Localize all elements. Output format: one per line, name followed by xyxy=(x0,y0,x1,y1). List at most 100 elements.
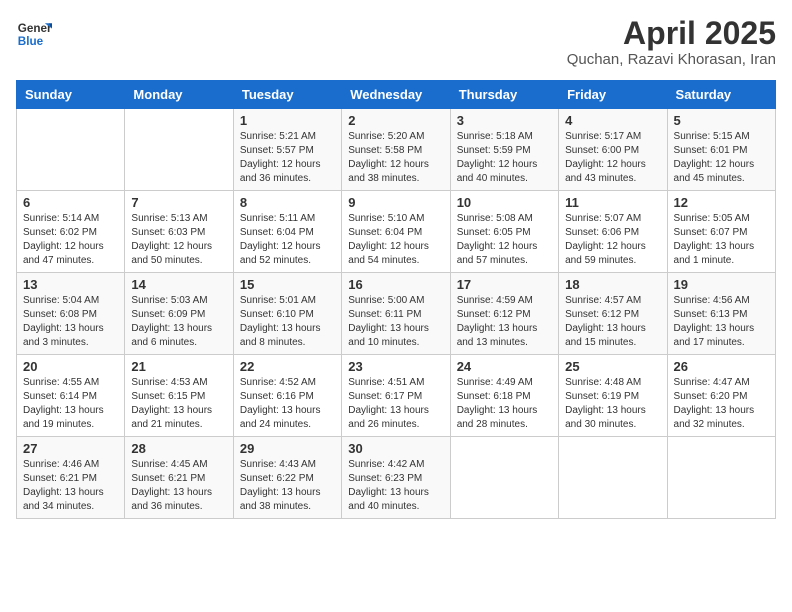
day-info: Sunrise: 5:18 AM Sunset: 5:59 PM Dayligh… xyxy=(457,130,552,186)
day-info: Sunrise: 5:10 AM Sunset: 6:04 PM Dayligh… xyxy=(348,212,443,268)
day-info: Sunrise: 4:48 AM Sunset: 6:19 PM Dayligh… xyxy=(565,376,660,432)
day-info: Sunrise: 5:05 AM Sunset: 6:07 PM Dayligh… xyxy=(674,212,769,268)
day-number: 11 xyxy=(565,195,660,210)
day-number: 4 xyxy=(565,113,660,128)
month-title: April 2025 xyxy=(567,16,776,51)
day-info: Sunrise: 5:15 AM Sunset: 6:01 PM Dayligh… xyxy=(674,130,769,186)
day-number: 12 xyxy=(674,195,769,210)
day-info: Sunrise: 4:42 AM Sunset: 6:23 PM Dayligh… xyxy=(348,458,443,514)
calendar-cell: 23 Sunrise: 4:51 AM Sunset: 6:17 PM Dayli… xyxy=(342,355,450,437)
calendar-cell: 14 Sunrise: 5:03 AM Sunset: 6:09 PM Dayli… xyxy=(125,273,233,355)
day-number: 2 xyxy=(348,113,443,128)
calendar-cell: 27 Sunrise: 4:46 AM Sunset: 6:21 PM Dayli… xyxy=(17,437,125,519)
day-number: 27 xyxy=(23,441,118,456)
day-number: 30 xyxy=(348,441,443,456)
calendar-cell: 6Sunrise: 5:14 AM Sunset: 6:02 PM Daylig… xyxy=(17,191,125,273)
day-info: Sunrise: 5:11 AM Sunset: 6:04 PM Dayligh… xyxy=(240,212,335,268)
week-row-1: 1Sunrise: 5:21 AM Sunset: 5:57 PM Daylig… xyxy=(17,109,776,191)
day-number: 28 xyxy=(131,441,226,456)
calendar-cell: 2 Sunrise: 5:20 AM Sunset: 5:58 PM Daylig… xyxy=(342,109,450,191)
calendar-cell: 22 Sunrise: 4:52 AM Sunset: 6:16 PM Dayli… xyxy=(233,355,341,437)
day-info: Sunrise: 4:47 AM Sunset: 6:20 PM Dayligh… xyxy=(674,376,769,432)
day-number: 29 xyxy=(240,441,335,456)
day-info: Sunrise: 5:04 AM Sunset: 6:08 PM Dayligh… xyxy=(23,294,118,350)
day-number: 10 xyxy=(457,195,552,210)
day-number: 23 xyxy=(348,359,443,374)
day-info: Sunrise: 4:52 AM Sunset: 6:16 PM Dayligh… xyxy=(240,376,335,432)
calendar-cell: 17Sunrise: 4:59 AM Sunset: 6:12 PM Dayli… xyxy=(450,273,558,355)
calendar-cell: 13 Sunrise: 5:04 AM Sunset: 6:08 PM Dayli… xyxy=(17,273,125,355)
logo-icon: General Blue xyxy=(16,16,52,52)
location-subtitle: Quchan, Razavi Khorasan, Iran xyxy=(567,51,776,68)
logo: General Blue xyxy=(16,16,52,52)
calendar-cell: 24 Sunrise: 4:49 AM Sunset: 6:18 PM Dayli… xyxy=(450,355,558,437)
day-info: Sunrise: 5:07 AM Sunset: 6:06 PM Dayligh… xyxy=(565,212,660,268)
week-row-3: 13 Sunrise: 5:04 AM Sunset: 6:08 PM Dayli… xyxy=(17,273,776,355)
calendar-cell: 28Sunrise: 4:45 AM Sunset: 6:21 PM Dayli… xyxy=(125,437,233,519)
calendar-cell: 1Sunrise: 5:21 AM Sunset: 5:57 PM Daylig… xyxy=(233,109,341,191)
day-number: 9 xyxy=(348,195,443,210)
day-info: Sunrise: 5:03 AM Sunset: 6:09 PM Dayligh… xyxy=(131,294,226,350)
column-header-saturday: Saturday xyxy=(667,81,775,109)
day-info: Sunrise: 4:55 AM Sunset: 6:14 PM Dayligh… xyxy=(23,376,118,432)
week-row-2: 6Sunrise: 5:14 AM Sunset: 6:02 PM Daylig… xyxy=(17,191,776,273)
column-header-thursday: Thursday xyxy=(450,81,558,109)
day-number: 8 xyxy=(240,195,335,210)
day-info: Sunrise: 4:51 AM Sunset: 6:17 PM Dayligh… xyxy=(348,376,443,432)
calendar-cell xyxy=(450,437,558,519)
column-header-wednesday: Wednesday xyxy=(342,81,450,109)
calendar-cell: 3 Sunrise: 5:18 AM Sunset: 5:59 PM Daylig… xyxy=(450,109,558,191)
calendar-cell xyxy=(667,437,775,519)
day-number: 1 xyxy=(240,113,335,128)
day-info: Sunrise: 5:20 AM Sunset: 5:58 PM Dayligh… xyxy=(348,130,443,186)
day-number: 25 xyxy=(565,359,660,374)
day-number: 16 xyxy=(348,277,443,292)
calendar-cell: 29 Sunrise: 4:43 AM Sunset: 6:22 PM Dayli… xyxy=(233,437,341,519)
day-number: 13 xyxy=(23,277,118,292)
day-number: 5 xyxy=(674,113,769,128)
calendar-cell xyxy=(559,437,667,519)
calendar-cell: 16Sunrise: 5:00 AM Sunset: 6:11 PM Dayli… xyxy=(342,273,450,355)
day-info: Sunrise: 5:01 AM Sunset: 6:10 PM Dayligh… xyxy=(240,294,335,350)
calendar-table: SundayMondayTuesdayWednesdayThursdayFrid… xyxy=(16,80,776,519)
week-row-4: 20 Sunrise: 4:55 AM Sunset: 6:14 PM Dayli… xyxy=(17,355,776,437)
calendar-cell: 12 Sunrise: 5:05 AM Sunset: 6:07 PM Dayli… xyxy=(667,191,775,273)
day-info: Sunrise: 4:56 AM Sunset: 6:13 PM Dayligh… xyxy=(674,294,769,350)
day-info: Sunrise: 4:49 AM Sunset: 6:18 PM Dayligh… xyxy=(457,376,552,432)
calendar-cell: 7Sunrise: 5:13 AM Sunset: 6:03 PM Daylig… xyxy=(125,191,233,273)
day-number: 14 xyxy=(131,277,226,292)
day-info: Sunrise: 4:43 AM Sunset: 6:22 PM Dayligh… xyxy=(240,458,335,514)
calendar-cell: 26 Sunrise: 4:47 AM Sunset: 6:20 PM Dayli… xyxy=(667,355,775,437)
column-header-tuesday: Tuesday xyxy=(233,81,341,109)
day-number: 26 xyxy=(674,359,769,374)
page-header: General Blue April 2025 Quchan, Razavi K… xyxy=(16,16,776,68)
calendar-cell: 25 Sunrise: 4:48 AM Sunset: 6:19 PM Dayli… xyxy=(559,355,667,437)
day-info: Sunrise: 4:46 AM Sunset: 6:21 PM Dayligh… xyxy=(23,458,118,514)
day-number: 20 xyxy=(23,359,118,374)
day-info: Sunrise: 4:59 AM Sunset: 6:12 PM Dayligh… xyxy=(457,294,552,350)
column-header-sunday: Sunday xyxy=(17,81,125,109)
calendar-cell: 18 Sunrise: 4:57 AM Sunset: 6:12 PM Dayli… xyxy=(559,273,667,355)
day-info: Sunrise: 5:17 AM Sunset: 6:00 PM Dayligh… xyxy=(565,130,660,186)
calendar-cell: 19Sunrise: 4:56 AM Sunset: 6:13 PM Dayli… xyxy=(667,273,775,355)
day-info: Sunrise: 5:08 AM Sunset: 6:05 PM Dayligh… xyxy=(457,212,552,268)
day-info: Sunrise: 4:57 AM Sunset: 6:12 PM Dayligh… xyxy=(565,294,660,350)
week-row-5: 27 Sunrise: 4:46 AM Sunset: 6:21 PM Dayli… xyxy=(17,437,776,519)
day-number: 6 xyxy=(23,195,118,210)
day-number: 3 xyxy=(457,113,552,128)
calendar-cell: 11 Sunrise: 5:07 AM Sunset: 6:06 PM Dayli… xyxy=(559,191,667,273)
calendar-cell: 4 Sunrise: 5:17 AM Sunset: 6:00 PM Daylig… xyxy=(559,109,667,191)
calendar-cell: 15Sunrise: 5:01 AM Sunset: 6:10 PM Dayli… xyxy=(233,273,341,355)
calendar-cell: 20 Sunrise: 4:55 AM Sunset: 6:14 PM Dayli… xyxy=(17,355,125,437)
column-header-friday: Friday xyxy=(559,81,667,109)
header-row: SundayMondayTuesdayWednesdayThursdayFrid… xyxy=(17,81,776,109)
day-number: 24 xyxy=(457,359,552,374)
column-header-monday: Monday xyxy=(125,81,233,109)
day-number: 7 xyxy=(131,195,226,210)
calendar-cell xyxy=(17,109,125,191)
day-number: 22 xyxy=(240,359,335,374)
calendar-cell: 9 Sunrise: 5:10 AM Sunset: 6:04 PM Daylig… xyxy=(342,191,450,273)
svg-text:Blue: Blue xyxy=(18,35,44,48)
calendar-cell: 10 Sunrise: 5:08 AM Sunset: 6:05 PM Dayli… xyxy=(450,191,558,273)
day-number: 18 xyxy=(565,277,660,292)
